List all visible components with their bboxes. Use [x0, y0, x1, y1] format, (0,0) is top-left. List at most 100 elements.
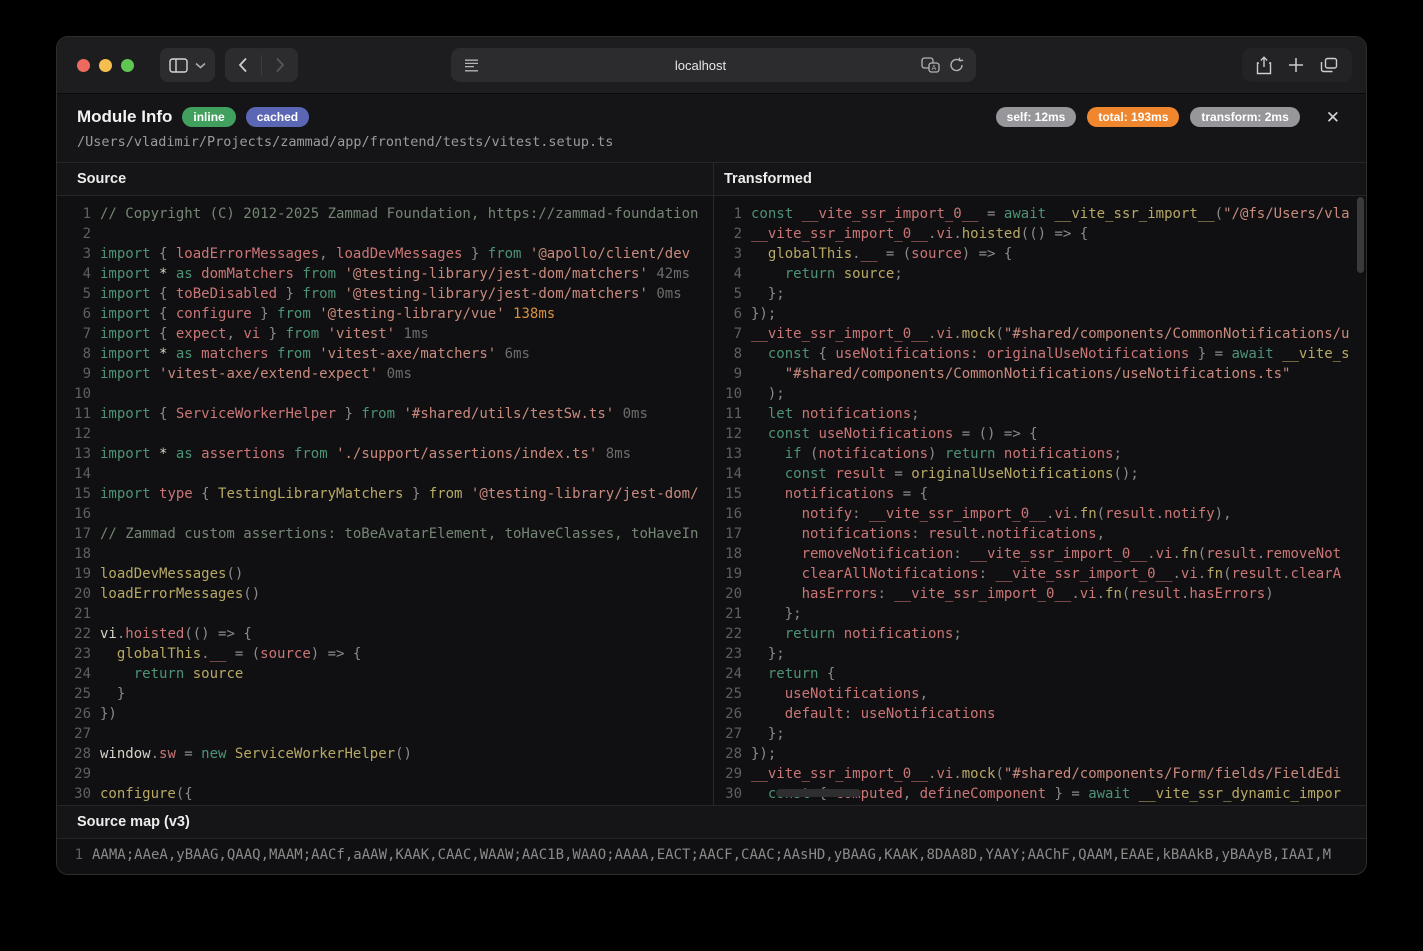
share-button[interactable] [1252, 52, 1276, 79]
reload-icon[interactable] [949, 57, 964, 73]
code-line: 27 [57, 724, 713, 744]
line-content: notify: __vite_ssr_import_0__.vi.fn(resu… [751, 504, 1232, 524]
line-number: 29 [57, 764, 91, 784]
new-tab-button[interactable] [1284, 53, 1308, 77]
code-panes: Source 1// Copyright (C) 2012-2025 Zamma… [57, 163, 1366, 805]
line-number: 27 [714, 724, 742, 744]
line-number: 30 [714, 784, 742, 804]
code-line: 3 globalThis.__ = (source) => { [714, 244, 1366, 264]
reader-icon[interactable] [463, 58, 480, 73]
window-controls [77, 59, 134, 72]
code-line: 25 useNotifications, [714, 684, 1366, 704]
code-line: 11import { ServiceWorkerHelper } from '#… [57, 404, 713, 424]
line-number: 16 [57, 504, 91, 524]
line-number: 25 [714, 684, 742, 704]
code-line: 7__vite_ssr_import_0__.vi.mock("#shared/… [714, 324, 1366, 344]
code-line: 14 const result = originalUseNotificatio… [714, 464, 1366, 484]
code-line: 23 globalThis.__ = (source) => { [57, 644, 713, 664]
code-line: 2__vite_ssr_import_0__.vi.hoisted(() => … [714, 224, 1366, 244]
line-content: return notifications; [751, 624, 962, 644]
sidebar-toggle-button[interactable] [160, 48, 215, 82]
line-content: notifications = { [751, 484, 928, 504]
line-number: 17 [57, 524, 91, 544]
line-number: 11 [57, 404, 91, 424]
line-content: import 'vitest-axe/extend-expect' 0ms [100, 364, 412, 384]
line-number: 10 [714, 384, 742, 404]
line-number: 13 [57, 444, 91, 464]
transformed-code[interactable]: 1const __vite_ssr_import_0__ = await __v… [714, 196, 1366, 805]
tab-overview-button[interactable] [1316, 53, 1342, 77]
line-content: }); [751, 744, 776, 764]
line-number: 15 [57, 484, 91, 504]
line-number: 24 [57, 664, 91, 684]
code-line: 1// Copyright (C) 2012-2025 Zammad Found… [57, 204, 713, 224]
line-number: 24 [714, 664, 742, 684]
translate-icon[interactable]: A [921, 57, 940, 73]
line-content: import { toBeDisabled } from '@testing-l… [100, 284, 682, 304]
code-line: 20loadErrorMessages() [57, 584, 713, 604]
line-number: 11 [714, 404, 742, 424]
line-content: } [100, 684, 125, 704]
line-number: 28 [714, 744, 742, 764]
line-number: 28 [57, 744, 91, 764]
minimize-window-button[interactable] [99, 59, 112, 72]
code-line: 4import * as domMatchers from '@testing-… [57, 264, 713, 284]
line-content: import * as assertions from './support/a… [100, 444, 631, 464]
sidebar-icon [169, 58, 188, 73]
code-line: 6}); [714, 304, 1366, 324]
close-icon[interactable]: ✕ [1320, 108, 1346, 127]
source-pane-header: Source [57, 163, 713, 196]
line-number: 8 [57, 344, 91, 364]
line-content: if (notifications) return notifications; [751, 444, 1122, 464]
line-content: return source; [751, 264, 903, 284]
close-window-button[interactable] [77, 59, 90, 72]
module-badges: inlinecached [182, 107, 309, 127]
code-line: 24 return source [57, 664, 713, 684]
line-number: 1 [714, 204, 742, 224]
line-number: 14 [714, 464, 742, 484]
line-content: }; [751, 644, 785, 664]
line-number: 29 [714, 764, 742, 784]
line-content: import { loadErrorMessages, loadDevMessa… [100, 244, 690, 264]
line-content: globalThis.__ = (source) => { [100, 644, 361, 664]
line-content: import type { TestingLibraryMatchers } f… [100, 484, 699, 504]
code-line: 8 const { useNotifications: originalUseN… [714, 344, 1366, 364]
address-bar[interactable]: localhost A [451, 48, 976, 82]
code-line: 12 const useNotifications = () => { [714, 424, 1366, 444]
line-number: 20 [714, 584, 742, 604]
vertical-scrollbar[interactable] [1357, 197, 1364, 273]
sourcemap-code[interactable]: 1AAMA;AAeA,yBAAG,QAAQ,MAAM;AACf,aAAW,KAA… [57, 839, 1366, 865]
line-number: 20 [57, 584, 91, 604]
module-path: /Users/vladimir/Projects/zammad/app/fron… [77, 134, 1346, 150]
zoom-window-button[interactable] [121, 59, 134, 72]
code-line: 28window.sw = new ServiceWorkerHelper() [57, 744, 713, 764]
code-line: 13 import * as assertions from './support… [57, 444, 713, 464]
line-content: vi.hoisted(() => { [100, 624, 252, 644]
code-line: 30configure({ [57, 784, 713, 804]
page-title: Module Info [77, 107, 172, 127]
line-number: 9 [714, 364, 742, 384]
code-line: 16 notify: __vite_ssr_import_0__.vi.fn(r… [714, 504, 1366, 524]
forward-button[interactable] [262, 48, 298, 82]
line-content: clearAllNotifications: __vite_ssr_import… [751, 564, 1341, 584]
line-number: 9 [57, 364, 91, 384]
source-pane: Source 1// Copyright (C) 2012-2025 Zamma… [57, 163, 713, 805]
back-button[interactable] [225, 48, 261, 82]
line-content: let notifications; [751, 404, 920, 424]
line-number: 12 [714, 424, 742, 444]
timing-badges: self: 12mstotal: 193mstransform: 2ms [996, 107, 1300, 127]
code-line: 19loadDevMessages() [57, 564, 713, 584]
code-line: 22vi.hoisted(() => { [57, 624, 713, 644]
code-line: 29 [57, 764, 713, 784]
line-content: // Copyright (C) 2012-2025 Zammad Founda… [100, 204, 698, 224]
horizontal-scrollbar[interactable] [776, 789, 861, 797]
transformed-pane-title: Transformed [724, 171, 812, 187]
line-number: 4 [714, 264, 742, 284]
chevron-down-icon [195, 62, 206, 69]
code-line: 27 }; [714, 724, 1366, 744]
source-code[interactable]: 1// Copyright (C) 2012-2025 Zammad Found… [57, 196, 713, 805]
line-number: 4 [57, 264, 91, 284]
line-number: 3 [57, 244, 91, 264]
code-line: 11 let notifications; [714, 404, 1366, 424]
code-line: 29__vite_ssr_import_0__.vi.mock("#shared… [714, 764, 1366, 784]
